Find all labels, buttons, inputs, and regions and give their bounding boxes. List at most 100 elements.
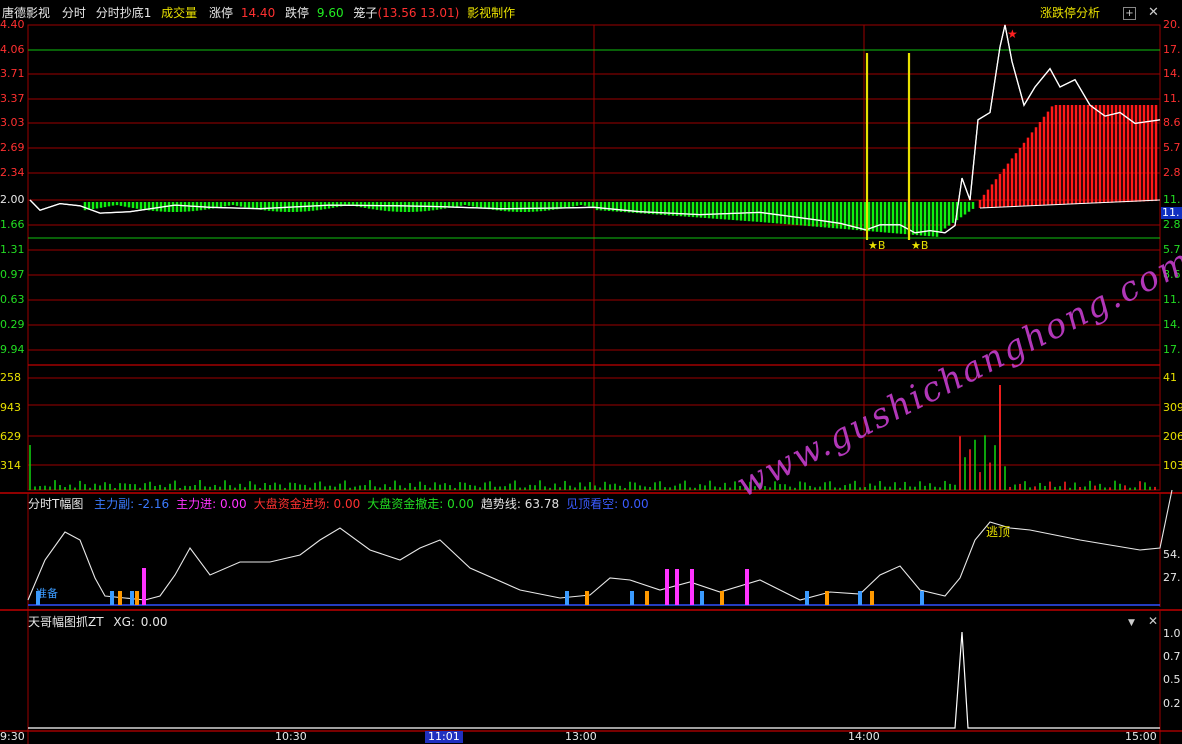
signal-bar <box>665 569 669 605</box>
mode-label[interactable]: 分时 <box>62 6 86 20</box>
cage-label: 笼子 <box>353 6 378 20</box>
price-tick-left: 2.00 <box>0 193 25 206</box>
xg-label: XG: <box>113 615 135 629</box>
panel2-item-label: 大盘资金进场: <box>253 497 330 511</box>
time-tick: 11:01 <box>425 731 463 743</box>
price-tick-right: 8.6 <box>1163 116 1181 129</box>
time-tick: 9:30 <box>0 730 25 743</box>
panel3-tick: 0.2 <box>1163 697 1181 710</box>
volume-tick-right: 103 <box>1163 459 1182 472</box>
price-tick-right: 2.8 <box>1163 166 1181 179</box>
panel3-tick: 0.7 <box>1163 650 1181 663</box>
price-tick-left: 3.71 <box>0 67 25 80</box>
chart-header: 唐德影视 分时 分时抄底1 成交量 涨停 14.40 跌停 9.60 笼子(13… <box>2 4 515 22</box>
signal-bar <box>565 591 569 605</box>
signal-bar <box>745 569 749 605</box>
price-tick-right: 11. <box>1163 92 1181 105</box>
signal-bar <box>700 591 704 605</box>
price-tick-right: 17. <box>1163 43 1181 56</box>
signal-bar <box>645 591 649 605</box>
price-tick-right: 5.7 <box>1163 141 1181 154</box>
time-tick: 14:00 <box>848 730 880 743</box>
panel2-item-value: 0.00 <box>329 497 361 511</box>
high-star-icon: ★ <box>1007 27 1018 41</box>
panel2-item-value: 0.00 <box>443 497 474 511</box>
price-tick-left: 1.66 <box>0 218 25 231</box>
current-price-tag: 11. <box>1161 207 1182 219</box>
indicator-name[interactable]: 分时抄底1 <box>96 6 152 20</box>
signal-bar <box>825 591 829 605</box>
price-tick-left: 2.34 <box>0 166 25 179</box>
limit-up-value: 14.40 <box>240 6 276 20</box>
price-tick-right: 20. <box>1163 18 1181 31</box>
volume-label: 成交量 <box>161 6 198 20</box>
panel2-item-label: 趋势线: <box>480 497 521 511</box>
signal-bar <box>920 591 924 605</box>
panel2-item-label: 见顶看空: <box>566 497 619 511</box>
intraday-chart-window: ★B ★B ★ 唐德影视 分时 分时抄底1 成交量 涨停 14.40 跌停 9.60… <box>0 0 1182 744</box>
price-tick-left: 0.97 <box>0 268 25 281</box>
price-tick-left: 3.03 <box>0 116 25 129</box>
limit-analysis-link[interactable]: 涨跌停分析 <box>1040 4 1100 22</box>
volume-tick-right: 309 <box>1163 401 1182 414</box>
limit-up-label: 涨停 <box>209 6 234 20</box>
panel2-title[interactable]: 分时T幅图 <box>28 497 83 511</box>
panel2-item: 大盘资金撤走: 0.00 <box>367 497 474 511</box>
signal-bar <box>690 569 694 605</box>
panel3-tick: 0.5 <box>1163 673 1181 686</box>
price-tick-left: 4.06 <box>0 43 25 56</box>
signal-bar <box>675 569 679 605</box>
sector-label[interactable]: 影视制作 <box>467 6 515 20</box>
xg-value: 0.00 <box>140 615 168 629</box>
price-line <box>29 24 1161 234</box>
price-tick-right: 17. <box>1163 343 1181 356</box>
volume-tick-left: 314 <box>0 459 21 472</box>
price-tick-left: 9.94 <box>0 343 25 356</box>
price-tick-left: 4.40 <box>0 18 25 31</box>
signal-bar <box>870 591 874 605</box>
price-tick-left: 2.69 <box>0 141 25 154</box>
panel2-item-label: 主力副: <box>94 497 135 511</box>
panel2-item: 见顶看空: 0.00 <box>566 497 649 511</box>
panel2-item-value: 0.00 <box>216 497 247 511</box>
escape-top-tag: 逃顶 <box>986 525 1011 539</box>
panel2-item-label: 大盘资金撤走: <box>367 497 444 511</box>
panel2-item: 主力进: 0.00 <box>176 497 247 511</box>
plus-box-icon[interactable]: + <box>1123 7 1136 20</box>
volume-tick-left: 943 <box>0 401 21 414</box>
panel2-axis-27: 27. <box>1163 571 1181 584</box>
price-tick-left: 1.31 <box>0 243 25 256</box>
signal-bar <box>118 591 122 605</box>
panel2-item-label: 主力进: <box>176 497 217 511</box>
panel2-item: 趋势线: 63.78 <box>481 497 559 511</box>
panel3-tick: 1.0 <box>1163 627 1181 640</box>
limit-down-value: 9.60 <box>316 6 344 20</box>
signal-bar <box>585 591 589 605</box>
panel2-item: 主力副: -2.16 <box>94 497 169 511</box>
close-icon[interactable]: ✕ <box>1147 6 1160 20</box>
panel3-close-icon[interactable]: ✕ <box>1148 615 1158 627</box>
panel2-item-value: -2.16 <box>134 497 170 511</box>
triangle-down-icon[interactable]: ▼ <box>1128 617 1135 629</box>
price-tick-right: 14. <box>1163 318 1181 331</box>
price-tick-right: 2.8 <box>1163 218 1181 231</box>
price-tick-right: 14. <box>1163 67 1181 80</box>
volume-tick-left: 629 <box>0 430 21 443</box>
price-tick-left: 0.63 <box>0 293 25 306</box>
time-tick: 13:00 <box>565 730 597 743</box>
signal-bar <box>135 591 139 605</box>
buy-signal-label: ★B <box>868 239 885 252</box>
signal-bar <box>720 591 724 605</box>
time-tick: 10:30 <box>275 730 307 743</box>
price-tick-right: 11. <box>1163 193 1181 206</box>
price-line-front <box>29 24 1161 234</box>
panel3-title[interactable]: 天哥幅图抓ZT <box>28 615 104 629</box>
price-tick-left: 0.29 <box>0 318 25 331</box>
buy-signal-label: ★B <box>911 239 928 252</box>
panel2-header: 分时T幅图 主力副: -2.16 主力进: 0.00 大盘资金进场: 0.00 大盘资… <box>28 495 649 513</box>
signal-bar <box>130 591 134 605</box>
volume-tick-left: 258 <box>0 371 21 384</box>
signal-bar <box>858 591 862 605</box>
panel2-item-value: 63.78 <box>520 497 560 511</box>
time-tick: 15:00 <box>1125 730 1157 743</box>
